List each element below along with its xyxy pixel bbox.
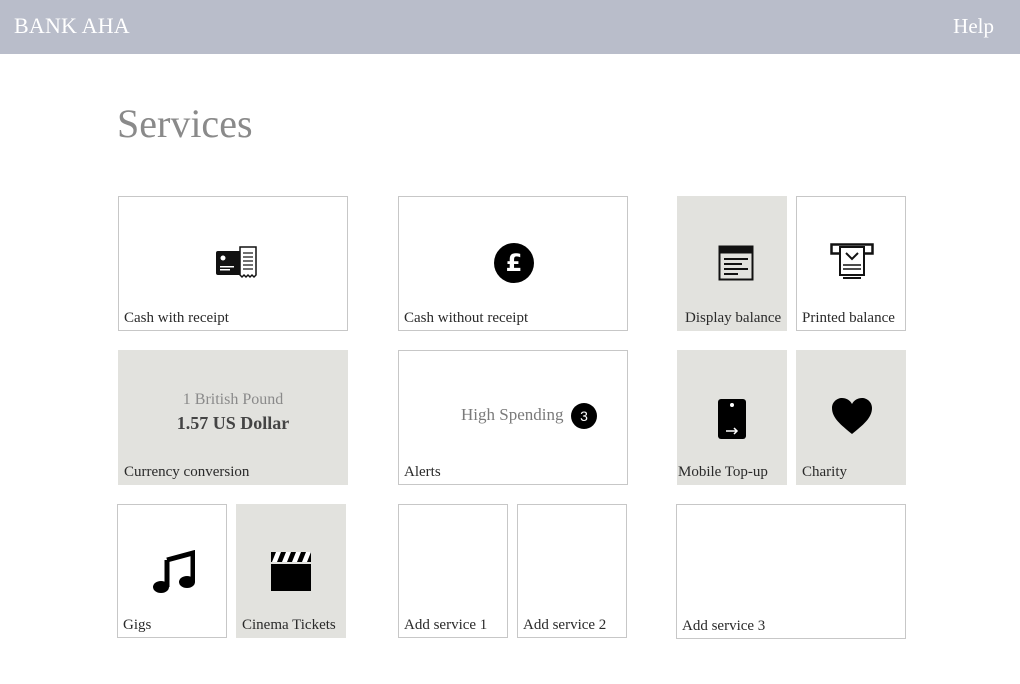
tile-label: Gigs xyxy=(123,617,152,633)
currency-conversion-tile[interactable]: 1 British Pound 1.57 US Dollar Currency … xyxy=(118,350,348,485)
tile-label: Charity xyxy=(802,464,847,480)
display-balance-tile[interactable]: Display balance xyxy=(677,196,787,331)
add-service-3-tile[interactable]: Add service 3 xyxy=(676,504,906,639)
tile-label: Cinema Tickets xyxy=(242,617,336,633)
help-link[interactable]: Help xyxy=(953,14,994,39)
music-note-icon xyxy=(153,550,195,593)
charity-tile[interactable]: Charity xyxy=(796,350,906,485)
top-bar: BANK AHA Help xyxy=(0,0,1020,54)
tile-label: Mobile Top-up xyxy=(678,464,768,480)
cash-without-receipt-tile[interactable]: £ Cash without receipt xyxy=(398,196,628,331)
printer-icon xyxy=(830,243,874,279)
screen-display-icon xyxy=(718,245,754,281)
alert-count-badge: 3 xyxy=(571,403,597,429)
page-title: Services xyxy=(117,101,253,146)
tile-label: Currency conversion xyxy=(124,464,250,480)
add-service-1-tile[interactable]: Add service 1 xyxy=(398,504,508,638)
tile-label: Printed balance xyxy=(802,310,895,326)
mobile-phone-icon xyxy=(718,399,746,439)
tile-label: Add service 2 xyxy=(523,617,607,633)
add-service-2-tile[interactable]: Add service 2 xyxy=(517,504,627,638)
conversion-from: 1 British Pound xyxy=(182,391,284,408)
printed-balance-tile[interactable]: Printed balance xyxy=(796,196,906,331)
cash-with-receipt-tile[interactable]: Cash with receipt xyxy=(118,196,348,331)
bank-logo: BANK AHA xyxy=(14,13,130,38)
heart-icon xyxy=(832,398,872,434)
svg-text:£: £ xyxy=(506,249,523,277)
tile-label: Display balance xyxy=(685,310,782,326)
conversion-to: 1.57 US Dollar xyxy=(176,413,290,433)
tile-label: Add service 3 xyxy=(682,618,766,634)
mobile-topup-tile[interactable]: Mobile Top-up xyxy=(677,350,787,485)
tile-label: Alerts xyxy=(404,464,441,480)
clapperboard-icon xyxy=(271,552,311,591)
cinema-tickets-tile[interactable]: Cinema Tickets xyxy=(236,504,346,638)
tile-label: Cash with receipt xyxy=(124,310,229,326)
pound-coin-icon: £ xyxy=(494,243,534,283)
card-receipt-icon xyxy=(216,246,257,279)
gigs-tile[interactable]: Gigs xyxy=(117,504,227,638)
tile-label: Cash without receipt xyxy=(404,310,529,326)
tile-label: Add service 1 xyxy=(404,617,488,633)
alert-text: High Spending xyxy=(461,405,564,424)
alerts-tile[interactable]: High Spending 3 Alerts xyxy=(398,350,628,485)
